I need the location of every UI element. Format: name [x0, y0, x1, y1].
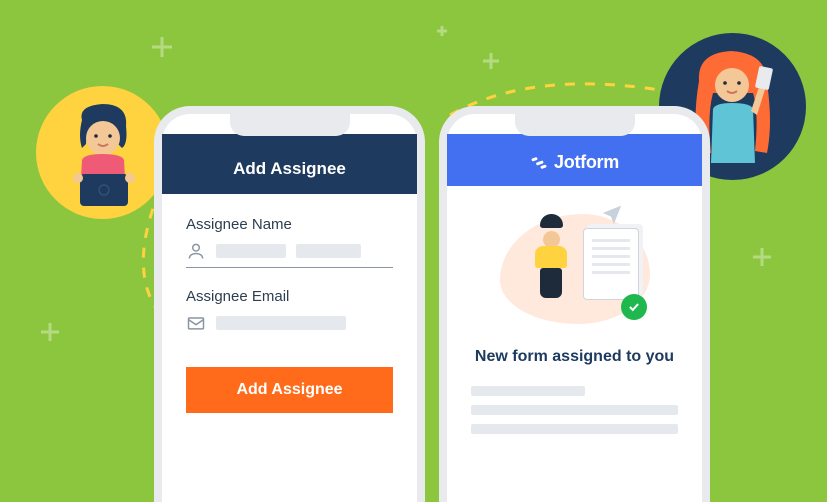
placeholder-skeleton — [296, 244, 361, 258]
jotform-logo-icon — [530, 154, 548, 172]
name-input[interactable] — [186, 241, 393, 268]
brand-name: Jotform — [554, 152, 619, 173]
add-assignee-button[interactable]: Add Assignee — [186, 367, 393, 413]
person-icon — [186, 241, 206, 261]
notification-title: New form assigned to you — [471, 348, 678, 366]
check-icon — [621, 294, 647, 320]
placeholder-skeleton — [216, 244, 286, 258]
illustration — [471, 204, 678, 334]
text-skeleton — [471, 424, 678, 434]
text-skeleton — [471, 405, 678, 415]
phone-notification: Jotform New form assigned to you — [447, 114, 702, 502]
phone-notch — [515, 114, 635, 136]
text-skeleton — [471, 386, 585, 396]
header-title: Add Assignee — [162, 134, 417, 194]
phone-add-assignee: Add Assignee Assignee Name Assignee Emai… — [162, 114, 417, 502]
avatar-left — [36, 86, 169, 219]
brand-header: Jotform — [447, 134, 702, 186]
envelope-icon — [186, 313, 206, 333]
email-label: Assignee Email — [186, 288, 393, 305]
email-input[interactable] — [186, 313, 393, 339]
name-label: Assignee Name — [186, 216, 393, 233]
phone-notch — [230, 114, 350, 136]
placeholder-skeleton — [216, 316, 346, 330]
